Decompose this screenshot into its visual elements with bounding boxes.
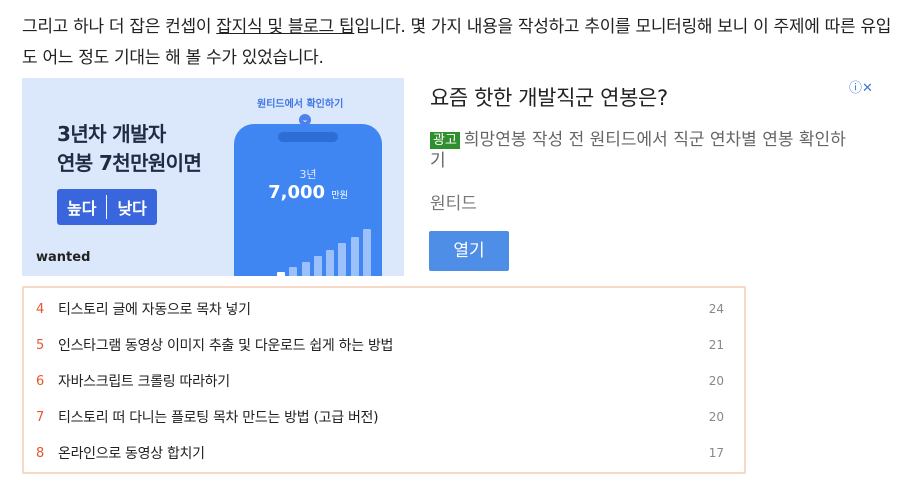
- post-title[interactable]: 인스타그램 동영상 이미지 추출 및 다운로드 쉽게 하는 방법: [58, 335, 393, 355]
- phone-salary: 7,000 만원: [234, 182, 382, 203]
- list-item[interactable]: 8 온라인으로 동영상 합치기 17: [24, 435, 744, 471]
- post-title[interactable]: 티스토리 떠 다니는 플로팅 목차 만드는 방법 (고급 버전): [58, 407, 379, 427]
- ad-tag: 광고: [430, 132, 460, 149]
- post-count: 24: [708, 302, 724, 316]
- popular-posts-list: 4 티스토리 글에 자동으로 목차 넣기 24 5 인스타그램 동영상 이미지 …: [22, 286, 746, 474]
- post-rank: 6: [36, 373, 45, 389]
- post-rank: 7: [36, 409, 45, 425]
- ad-text-block[interactable]: 요즘 핫한 개발직군 연봉은? 광고 희망연봉 작성 전 원티드에서 직군 연차별…: [430, 82, 850, 214]
- choice-high: 높다: [67, 199, 97, 218]
- wanted-logo: wanted: [36, 250, 91, 265]
- ad-description[interactable]: 광고 희망연봉 작성 전 원티드에서 직군 연차별 연봉 확인하기: [430, 130, 850, 172]
- paragraph-link[interactable]: 잡지식 및 블로그 팁: [216, 17, 354, 37]
- article-paragraph: 그리고 하나 더 잡은 컨셉이 잡지식 및 블로그 팁입니다. 몇 가지 내용을…: [22, 12, 892, 74]
- phone-bar-chart: [240, 216, 376, 276]
- phone-salary-unit: 만원: [331, 191, 348, 201]
- ad-image-headline-line2: 연봉 7천만원이면: [57, 151, 202, 175]
- post-count: 20: [708, 410, 724, 424]
- phone-bar: [350, 236, 359, 276]
- list-item[interactable]: 5 인스타그램 동영상 이미지 추출 및 다운로드 쉽게 하는 방법 21: [24, 327, 744, 363]
- phone-bar: [313, 256, 322, 276]
- ad-open-button[interactable]: 열기: [429, 231, 509, 271]
- phone-title: 원티드에서 확인하기: [257, 99, 344, 110]
- list-item[interactable]: 6 자바스크립트 크롤링 따라하기 20: [24, 363, 744, 399]
- list-item[interactable]: 7 티스토리 떠 다니는 플로팅 목차 만드는 방법 (고급 버전) 20: [24, 399, 744, 435]
- ad-banner-image[interactable]: 3년차 개발자 연봉 7천만원이면 높다 낮다 wanted 원티드에서 확인하…: [22, 78, 404, 276]
- post-rank: 5: [36, 337, 45, 353]
- list-item[interactable]: 4 티스토리 글에 자동으로 목차 넣기 24: [24, 291, 744, 327]
- post-rank: 8: [36, 445, 45, 461]
- phone-bar: [276, 272, 285, 276]
- post-count: 21: [708, 338, 724, 352]
- post-title[interactable]: 자바스크립트 크롤링 따라하기: [58, 371, 230, 391]
- phone-year: 3년: [299, 168, 317, 181]
- ad-image-choice: 높다 낮다: [57, 189, 157, 225]
- phone-bar: [289, 267, 298, 276]
- post-count: 20: [708, 374, 724, 388]
- phone-bar: [301, 262, 310, 276]
- ad-advertiser: 원티드: [430, 194, 477, 214]
- phone-bar: [338, 243, 347, 276]
- post-rank: 4: [36, 301, 45, 317]
- paragraph-text-1: 그리고 하나 더 잡은 컨셉이: [22, 17, 217, 37]
- phone-mockup: 3년 7,000 만원: [234, 124, 382, 276]
- ad-image-headline-line1: 3년차 개발자: [57, 122, 166, 146]
- choice-low: 낮다: [117, 199, 147, 218]
- post-count: 17: [708, 446, 724, 460]
- phone-salary-value: 7,000: [268, 182, 326, 203]
- phone-bar: [326, 249, 335, 276]
- adchoices-close-icon[interactable]: ⓘ✕: [849, 77, 873, 96]
- ad-title[interactable]: 요즘 핫한 개발직군 연봉은?: [430, 82, 850, 112]
- phone-notch: [278, 132, 338, 142]
- phone-bar: [363, 228, 371, 276]
- ad-description-text: 희망연봉 작성 전 원티드에서 직군 연차별 연봉 확인하기: [430, 130, 846, 171]
- chevron-down-icon: ⌄: [299, 114, 311, 126]
- ad-image-headline: 3년차 개발자 연봉 7천만원이면: [57, 120, 202, 178]
- post-title[interactable]: 온라인으로 동영상 합치기: [58, 443, 205, 463]
- post-title[interactable]: 티스토리 글에 자동으로 목차 넣기: [58, 299, 251, 319]
